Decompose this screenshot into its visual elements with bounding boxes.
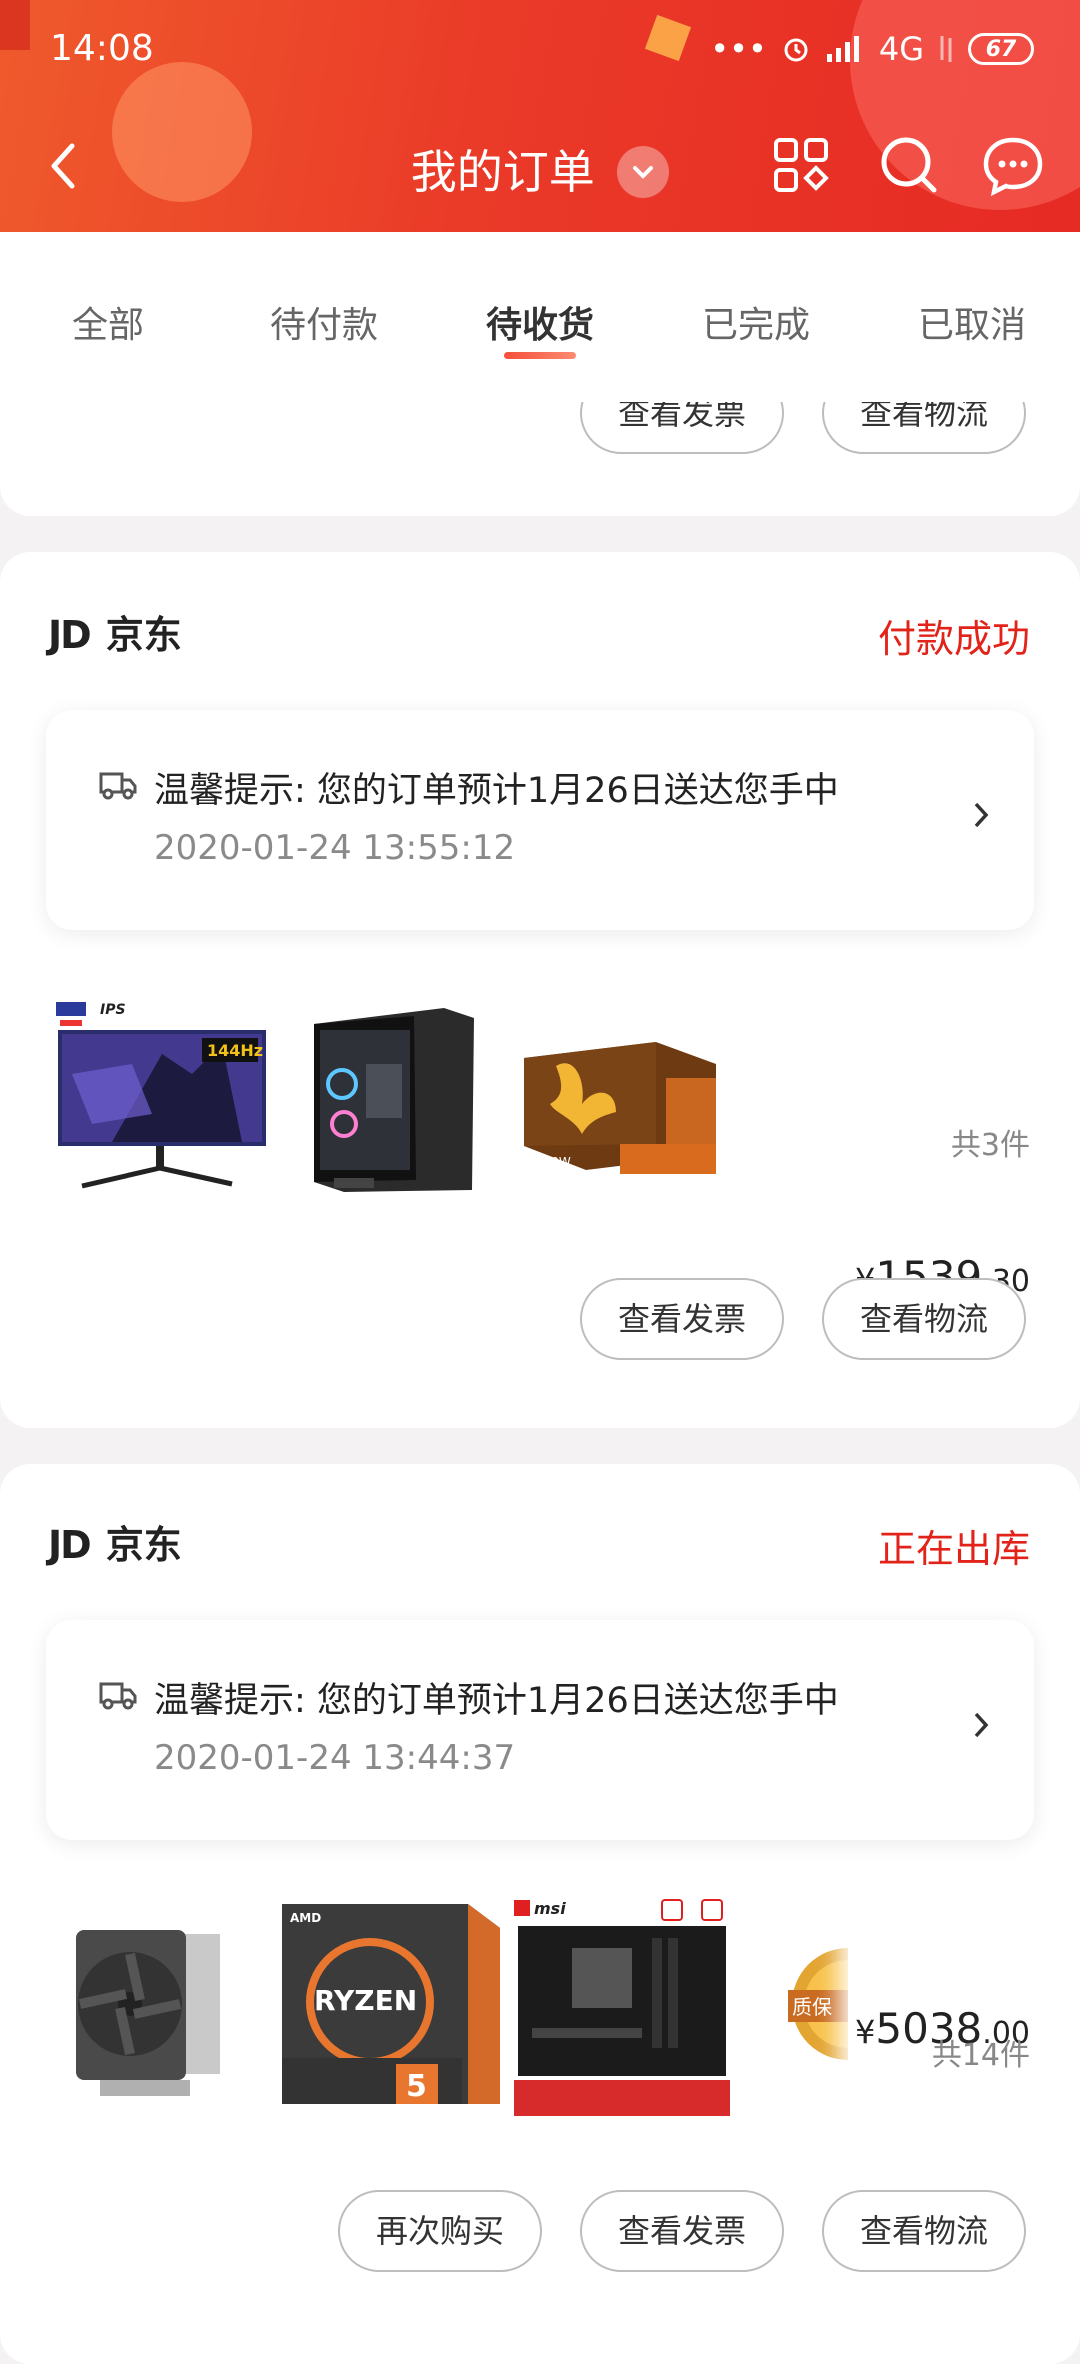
order-status: 付款成功 — [877, 617, 1030, 661]
signal-icon — [826, 36, 859, 62]
delivery-tip-time: 2020-01-24 13:44:37 — [154, 1738, 516, 1778]
delivery-tip-text: 温馨提示: 您的订单预计1月26日送达您手中 — [154, 771, 839, 811]
truck-icon — [99, 1682, 137, 1710]
ryzen-number: 5 — [406, 2069, 427, 2104]
status-icons: ••• 4G 67 — [710, 30, 1034, 68]
view-logistics-button[interactable]: 查看物流 — [822, 2190, 1026, 2272]
price-symbol: ¥ — [855, 2013, 876, 2051]
message-icon[interactable] — [980, 132, 1046, 198]
product-thumb-msi-motherboard[interactable]: msi — [512, 1898, 732, 2118]
delivery-tip[interactable]: 温馨提示: 您的订单预计1月26日送达您手中 2020-01-24 13:44:… — [46, 1620, 1034, 1840]
product-thumb-cpu-cooler[interactable] — [70, 1904, 230, 2104]
shop-label: 京东 — [105, 1523, 182, 1567]
search-icon[interactable] — [876, 132, 942, 198]
chevron-right-icon — [974, 802, 989, 828]
order-tabs: 全部 待付款 待收货 已完成 已取消 — [0, 232, 1080, 402]
buy-again-button[interactable]: 再次购买 — [338, 2190, 542, 2272]
delivery-tip-text: 温馨提示: 您的订单预计1月26日送达您手中 — [154, 1681, 839, 1721]
tab-all[interactable]: 全部 — [0, 296, 216, 348]
product-thumb-power-supply[interactable]: 550W — [516, 994, 726, 1194]
product-thumb-ryzen-cpu[interactable]: AMD RYZEN 5 — [278, 1898, 504, 2108]
status-time: 14:08 — [50, 28, 154, 69]
network-type: 4G — [878, 30, 924, 68]
status-bar: 14:08 ••• 4G 67 — [0, 22, 1080, 78]
shop-name[interactable]: JD 京东 — [48, 1514, 182, 1569]
order-card[interactable]: JD 京东 正在出库 温馨提示: 您的订单预计1月26日送达您手中 2020-01… — [0, 1464, 1080, 2364]
warranty-badge-icon: 质保 — [788, 1948, 848, 2060]
tab-active-indicator — [504, 352, 576, 359]
shop-name[interactable]: JD 京东 — [48, 604, 182, 659]
delivery-tip-time: 2020-01-24 13:55:12 — [154, 828, 516, 868]
jd-logo: JD — [48, 1523, 92, 1567]
order-status: 正在出库 — [877, 1527, 1030, 1571]
apps-grid-icon[interactable] — [768, 132, 834, 198]
item-count: 共3件 — [950, 1128, 1030, 1163]
battery-level: 67 — [985, 36, 1017, 62]
tab-pending-receipt[interactable]: 待收货 — [432, 296, 648, 348]
nav-bar: 我的订单 — [0, 118, 1080, 214]
page-title-text: 我的订单 — [410, 145, 595, 199]
item-count: 共14件 — [931, 2038, 1030, 2073]
more-dots-icon: ••• — [710, 30, 767, 68]
chevron-down-icon[interactable] — [617, 145, 670, 198]
battery-icon: 67 — [968, 33, 1034, 65]
ryzen-brand: RYZEN — [314, 1984, 417, 2017]
view-invoice-button[interactable]: 查看发票 — [580, 2190, 784, 2272]
alarm-icon — [784, 38, 808, 62]
jd-logo: JD — [48, 613, 92, 657]
chevron-right-icon — [974, 1712, 989, 1738]
svg-text:550W: 550W — [536, 1155, 571, 1169]
svg-text:144Hz: 144Hz — [207, 1041, 263, 1060]
warranty-text: 质保 — [792, 1995, 832, 2019]
amd-brand: AMD — [290, 1911, 321, 1925]
truck-icon — [99, 772, 137, 800]
tab-cancelled[interactable]: 已取消 — [864, 296, 1080, 348]
tab-pending-payment[interactable]: 待付款 — [216, 296, 432, 348]
header: 14:08 ••• 4G 67 我的订单 — [0, 0, 1080, 232]
svg-text:IPS: IPS — [100, 1002, 126, 1018]
shop-label: 京东 — [105, 613, 182, 657]
data-arrows-icon — [940, 36, 952, 62]
view-invoice-button[interactable]: 查看发票 — [580, 1278, 784, 1360]
view-logistics-button[interactable]: 查看物流 — [822, 1278, 1026, 1360]
delivery-tip[interactable]: 温馨提示: 您的订单预计1月26日送达您手中 2020-01-24 13:55:… — [46, 710, 1034, 930]
tab-completed[interactable]: 已完成 — [648, 296, 864, 348]
msi-brand: msi — [534, 1899, 566, 1918]
product-thumb-monitor[interactable]: IPS 144Hz — [52, 994, 272, 1194]
product-thumb-pc-case[interactable] — [294, 994, 484, 1194]
order-card[interactable]: JD 京东 付款成功 温馨提示: 您的订单预计1月26日送达您手中 2020-01… — [0, 552, 1080, 1428]
